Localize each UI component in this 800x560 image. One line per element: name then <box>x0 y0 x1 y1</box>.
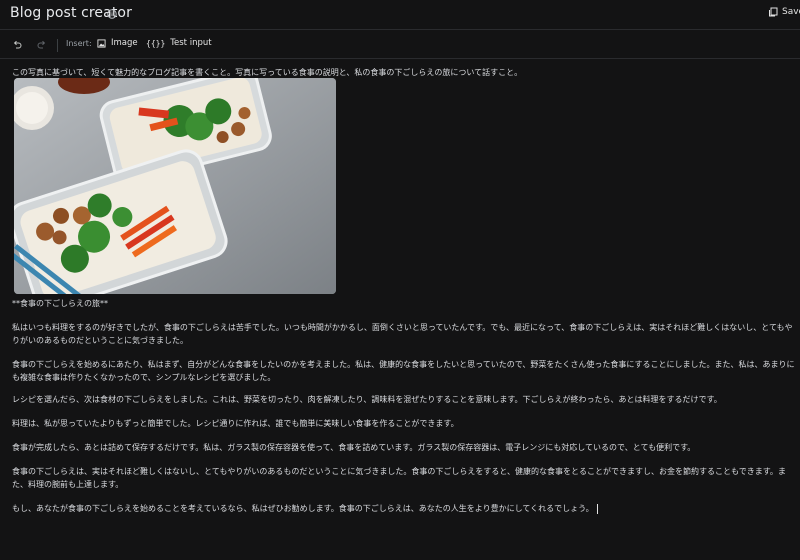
info-circle-icon[interactable] <box>107 9 117 19</box>
toolbar-divider <box>57 39 58 52</box>
save-button[interactable]: Save <box>768 7 800 17</box>
meal-prep-photo[interactable] <box>14 78 336 294</box>
editor-toolbar: Insert: Image {{}} Test input <box>0 30 800 59</box>
meal-prep-image <box>14 78 336 294</box>
insert-label: Insert: <box>66 39 92 48</box>
post-paragraph-3: レシピを選んだら、次は食材の下ごしらえをしました。これは、野菜を切ったり、肉を解… <box>12 395 722 404</box>
redo-icon[interactable] <box>37 40 47 50</box>
test-input-button[interactable]: {{}} Test input <box>146 38 212 48</box>
post-paragraph-4: 料理は、私が思っていたよりもずっと簡単でした。レシピ通りに作れば、誰でも簡単に美… <box>12 419 459 428</box>
insert-image-button[interactable]: Image <box>97 38 138 48</box>
text-cursor <box>596 503 598 514</box>
post-paragraph-1: 私はいつも料理をするのが好きでしたが、食事の下ごしらえは苦手でした。いつも時間が… <box>12 323 793 345</box>
copy-icon <box>769 7 778 17</box>
post-paragraph-7-text: もし、あなたが食事の下ごしらえを始めることを考えているなら、私はぜひお勧めします… <box>12 504 594 513</box>
curly-braces-icon: {{}} <box>146 38 166 48</box>
post-paragraph-2: 食事の下ごしらえを始めるにあたり、私はまず、自分がどんな食事をしたいのかを考えま… <box>12 360 795 382</box>
post-paragraph-6: 食事の下ごしらえは、実はそれほど難しくはないし、とてもやりがいのあるものだという… <box>12 467 786 489</box>
post-heading: **食事の下ごしらえの旅** <box>12 299 108 308</box>
undo-icon[interactable] <box>12 40 22 50</box>
post-paragraph-5: 食事が完成したら、あとは詰めて保存するだけです。私は、ガラス製の保存容器を使って… <box>12 443 696 452</box>
save-label: Save <box>782 7 800 17</box>
top-bar: Blog post creator Save <box>0 0 800 30</box>
test-input-label: Test input <box>170 38 212 48</box>
post-paragraph-7: もし、あなたが食事の下ごしらえを始めることを考えているなら、私はぜひお勧めします… <box>12 502 796 515</box>
image-icon <box>97 38 106 48</box>
insert-image-label: Image <box>111 38 138 48</box>
